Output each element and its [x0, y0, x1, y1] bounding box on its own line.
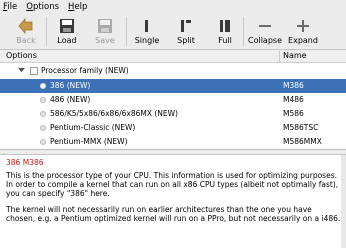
options-tree[interactable]: Options Name Processor family (NEW) 386 …	[0, 50, 346, 150]
help-paragraph: The kernel will not necessarily run on e…	[6, 205, 341, 224]
split-label: Split	[177, 36, 195, 45]
full-label: Full	[218, 36, 232, 45]
tree-row-label: Pentium-Classic (NEW)	[50, 123, 136, 132]
tree-header: Options Name	[0, 50, 346, 63]
tree-row-name: M586TSC	[283, 123, 319, 132]
menu-file[interactable]: File	[3, 2, 17, 12]
tree-row-name: M586MMX	[283, 137, 322, 146]
collapse-label: Collapse	[248, 36, 282, 45]
radio-button[interactable]	[40, 97, 46, 103]
single-view-button[interactable]: Single	[134, 14, 160, 49]
radio-button[interactable]	[40, 125, 46, 131]
save-label: Save	[95, 36, 115, 45]
help-panel: 386 M386 This is the processor type of y…	[0, 155, 346, 248]
toolbar-separator	[243, 17, 244, 46]
save-button[interactable]: Save	[93, 14, 117, 49]
help-title: 386 M386	[6, 158, 44, 167]
back-button[interactable]: Back	[14, 14, 38, 49]
collapse-button[interactable]: Collapse	[248, 14, 282, 49]
tree-row-processor-family[interactable]: Processor family (NEW)	[0, 64, 346, 78]
help-paragraph: This is the processor type of your CPU. …	[6, 171, 339, 198]
plus-icon	[294, 16, 312, 35]
name-column-header[interactable]: Name	[283, 51, 307, 60]
tree-row-name: M486	[283, 95, 304, 104]
radio-button[interactable]	[40, 139, 46, 145]
radio-button[interactable]	[40, 111, 46, 117]
toolbar: Back Load Save Single Split Full Collaps…	[0, 13, 346, 50]
toolbar-separator	[126, 17, 127, 46]
tree-row-label: 486 (NEW)	[50, 95, 91, 104]
expand-label: Expand	[288, 36, 318, 45]
column-divider	[279, 51, 280, 62]
split-view-icon	[177, 16, 195, 35]
tree-row-label: Pentium-MMX (NEW)	[50, 137, 128, 146]
full-view-button[interactable]: Full	[213, 14, 237, 49]
load-button[interactable]: Load	[55, 14, 79, 49]
arrow-left-icon	[17, 16, 35, 35]
tree-row-pentium-mmx[interactable]: Pentium-MMX (NEW) M586MMX	[0, 135, 346, 149]
single-view-icon	[138, 16, 156, 35]
expander-down-icon[interactable]	[18, 67, 25, 76]
help-scrollbar[interactable]	[341, 155, 346, 248]
tree-row-386[interactable]: 386 (NEW) M386	[0, 79, 346, 93]
back-label: Back	[16, 36, 36, 45]
expand-button[interactable]: Expand	[288, 14, 318, 49]
tree-row-label: Processor family (NEW)	[41, 66, 129, 75]
tree-row-486[interactable]: 486 (NEW) M486	[0, 93, 346, 107]
radio-button[interactable]	[40, 83, 46, 89]
save-icon	[96, 16, 114, 35]
checkbox[interactable]	[30, 67, 38, 75]
minus-icon	[256, 16, 274, 35]
tree-row-label: 386 (NEW)	[50, 81, 91, 90]
tree-row-label: 586/K5/5x86/6x86/6x86MX (NEW)	[50, 109, 178, 118]
tree-row-name: M386	[283, 81, 304, 90]
menubar: File Options Help	[0, 0, 346, 13]
tree-row-name: M586	[283, 109, 304, 118]
tree-row-586[interactable]: 586/K5/5x86/6x86/6x86MX (NEW) M586	[0, 107, 346, 121]
menu-help[interactable]: Help	[68, 2, 87, 12]
tree-row-pentium-classic[interactable]: Pentium-Classic (NEW) M586TSC	[0, 121, 346, 135]
toolbar-separator	[46, 17, 47, 46]
split-view-button[interactable]: Split	[174, 14, 198, 49]
options-column-header[interactable]: Options	[6, 51, 37, 60]
menu-options[interactable]: Options	[26, 2, 59, 12]
full-view-icon	[216, 16, 234, 35]
load-label: Load	[57, 36, 77, 45]
load-icon	[58, 16, 76, 35]
single-label: Single	[134, 36, 160, 45]
